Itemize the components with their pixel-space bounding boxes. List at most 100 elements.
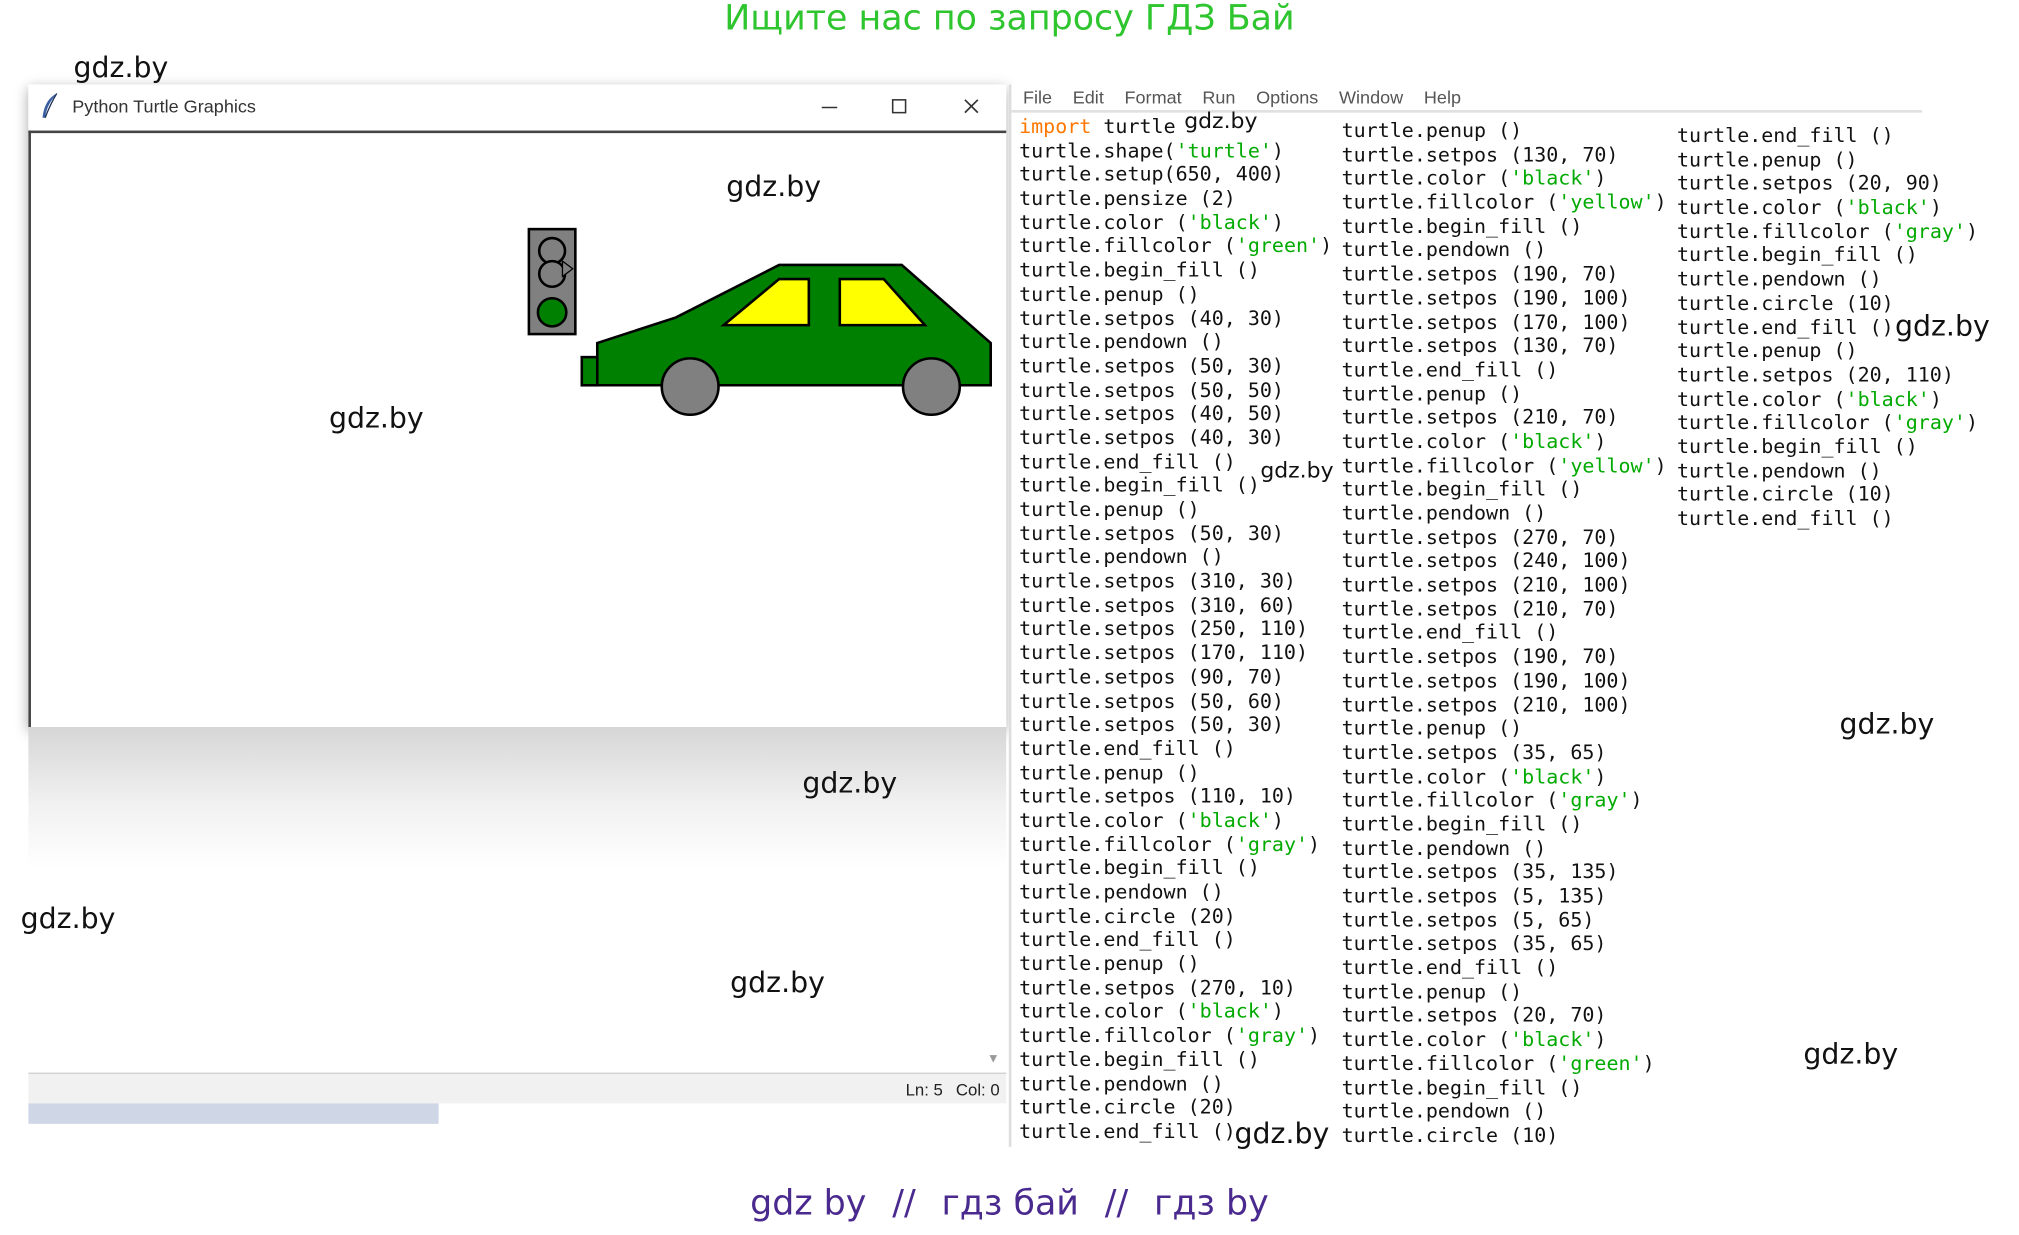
code-line[interactable]: turtle.fillcolor ('gray') <box>1677 220 1978 244</box>
code-line[interactable]: import turtle <box>1019 115 1332 139</box>
maximize-icon[interactable] <box>872 90 926 123</box>
code-line[interactable]: turtle.setpos (210, 70) <box>1342 597 1667 621</box>
code-line[interactable]: turtle.penup () <box>1342 717 1667 741</box>
code-line[interactable]: turtle.pendown () <box>1342 502 1667 526</box>
menu-run[interactable]: Run <box>1202 87 1235 107</box>
code-line[interactable]: turtle.setpos (5, 135) <box>1342 884 1667 908</box>
code-line[interactable]: turtle.setpos (270, 70) <box>1342 526 1667 550</box>
code-line[interactable]: turtle.setpos (210, 70) <box>1342 406 1667 430</box>
code-line[interactable]: turtle.fillcolor ('yellow') <box>1342 454 1667 478</box>
code-editor[interactable]: File Edit Format Run Options Window Help… <box>1008 84 1978 1148</box>
code-line[interactable]: turtle.color ('black') <box>1342 430 1667 454</box>
code-line[interactable]: turtle.setpos (190, 70) <box>1342 263 1667 287</box>
code-line[interactable]: turtle.end_fill () <box>1677 507 1978 531</box>
code-line[interactable]: turtle.setpos (170, 100) <box>1342 310 1667 334</box>
code-line[interactable]: turtle.setpos (35, 65) <box>1342 741 1667 765</box>
code-line[interactable]: turtle.setpos (20, 110) <box>1677 363 1978 387</box>
code-line[interactable]: turtle.color ('black') <box>1342 1028 1667 1052</box>
code-line[interactable]: turtle.circle (10) <box>1342 1124 1667 1148</box>
code-line[interactable]: turtle.begin_fill () <box>1342 215 1667 239</box>
code-line[interactable]: turtle.setpos (240, 100) <box>1342 550 1667 574</box>
code-line[interactable]: turtle.begin_fill () <box>1677 244 1978 268</box>
menu-edit[interactable]: Edit <box>1073 87 1104 107</box>
code-line[interactable]: turtle.setpos (170, 110) <box>1019 641 1332 665</box>
code-line[interactable]: turtle.setpos (40, 50) <box>1019 402 1332 426</box>
code-line[interactable]: turtle.fillcolor ('green') <box>1342 1052 1667 1076</box>
code-line[interactable]: turtle.penup () <box>1019 283 1332 307</box>
code-line[interactable]: turtle.fillcolor ('gray') <box>1677 411 1978 435</box>
code-line[interactable]: turtle.begin_fill () <box>1342 478 1667 502</box>
code-line[interactable]: turtle.end_fill () <box>1342 358 1667 382</box>
code-line[interactable]: turtle.pendown () <box>1677 268 1978 292</box>
code-line[interactable]: turtle.pensize (2) <box>1019 187 1332 211</box>
close-icon[interactable] <box>944 90 998 123</box>
code-line[interactable]: turtle.circle (20) <box>1019 905 1332 929</box>
code-line[interactable]: turtle.pendown () <box>1019 330 1332 354</box>
code-line[interactable]: turtle.setpos (310, 60) <box>1019 594 1332 618</box>
code-line[interactable]: turtle.circle (20) <box>1019 1096 1332 1120</box>
code-line[interactable]: turtle.setpos (210, 100) <box>1342 574 1667 598</box>
code-line[interactable]: turtle.setpos (5, 65) <box>1342 908 1667 932</box>
code-line[interactable]: turtle.penup () <box>1019 498 1332 522</box>
code-line[interactable]: turtle.color ('black') <box>1342 167 1667 191</box>
code-line[interactable]: turtle.color ('black') <box>1677 196 1978 220</box>
code-line[interactable]: turtle.setpos (130, 70) <box>1342 334 1667 358</box>
code-line[interactable]: turtle.pendown () <box>1342 837 1667 861</box>
code-line[interactable]: turtle.begin_fill () <box>1677 435 1978 459</box>
title-bar[interactable]: Python Turtle Graphics <box>28 84 1007 128</box>
code-line[interactable]: turtle.color ('black') <box>1342 765 1667 789</box>
code-line[interactable]: turtle.end_fill () <box>1342 621 1667 645</box>
code-line[interactable]: turtle.fillcolor ('gray') <box>1019 833 1332 857</box>
code-line[interactable]: turtle.setpos (130, 70) <box>1342 143 1667 167</box>
code-line[interactable]: turtle.setpos (50, 50) <box>1019 378 1332 402</box>
code-line[interactable]: turtle.setpos (40, 30) <box>1019 307 1332 331</box>
code-line[interactable]: turtle.setpos (310, 30) <box>1019 570 1332 594</box>
menu-window[interactable]: Window <box>1339 87 1403 107</box>
code-line[interactable]: turtle.setpos (270, 10) <box>1019 976 1332 1000</box>
code-line[interactable]: turtle.penup () <box>1342 382 1667 406</box>
menu-format[interactable]: Format <box>1124 87 1181 107</box>
code-line[interactable]: turtle.pendown () <box>1342 239 1667 263</box>
code-line[interactable]: turtle.fillcolor ('yellow') <box>1342 191 1667 215</box>
code-line[interactable]: turtle.color ('black') <box>1677 387 1978 411</box>
code-line[interactable]: turtle.penup () <box>1342 119 1667 143</box>
code-line[interactable]: turtle.color ('black') <box>1019 211 1332 235</box>
code-line[interactable]: turtle.setpos (250, 110) <box>1019 618 1332 642</box>
code-line[interactable]: turtle.setpos (50, 30) <box>1019 354 1332 378</box>
code-line[interactable]: turtle.setpos (35, 65) <box>1342 932 1667 956</box>
menu-help[interactable]: Help <box>1424 87 1461 107</box>
code-line[interactable]: turtle.pendown () <box>1677 459 1978 483</box>
code-column-1[interactable]: import turtle turtle.shape('turtle') turtl… <box>1019 115 1332 1144</box>
code-line[interactable]: turtle.end_fill () <box>1677 124 1978 148</box>
code-line[interactable]: turtle.setpos (210, 100) <box>1342 693 1667 717</box>
code-line[interactable]: turtle.begin_fill () <box>1342 1076 1667 1100</box>
code-line[interactable]: turtle.color ('black') <box>1019 1000 1332 1024</box>
code-line[interactable]: turtle.setpos (40, 30) <box>1019 426 1332 450</box>
code-line[interactable]: turtle.setpos (20, 70) <box>1342 1004 1667 1028</box>
code-line[interactable]: turtle.pendown () <box>1019 881 1332 905</box>
code-line[interactable]: turtle.penup () <box>1342 980 1667 1004</box>
code-line[interactable]: turtle.setpos (190, 100) <box>1342 669 1667 693</box>
code-line[interactable]: turtle.setpos (35, 135) <box>1342 861 1667 885</box>
code-line[interactable]: turtle.end_fill () <box>1019 928 1332 952</box>
code-line[interactable]: turtle.fillcolor ('green') <box>1019 235 1332 259</box>
code-line[interactable]: turtle.begin_fill () <box>1019 259 1332 283</box>
code-line[interactable]: turtle.begin_fill () <box>1019 857 1332 881</box>
code-line[interactable]: turtle.setpos (20, 90) <box>1677 172 1978 196</box>
code-line[interactable]: turtle.end_fill () <box>1342 956 1667 980</box>
menu-options[interactable]: Options <box>1256 87 1318 107</box>
code-line[interactable]: turtle.circle (10) <box>1677 483 1978 507</box>
code-line[interactable]: turtle.setpos (110, 10) <box>1019 785 1332 809</box>
code-line[interactable]: turtle.end_fill () <box>1019 737 1332 761</box>
code-line[interactable]: turtle.setpos (50, 30) <box>1019 713 1332 737</box>
code-line[interactable]: turtle.fillcolor ('gray') <box>1019 1024 1332 1048</box>
code-line[interactable]: turtle.begin_fill () <box>1342 813 1667 837</box>
code-line[interactable]: turtle.setpos (50, 60) <box>1019 689 1332 713</box>
code-line[interactable]: turtle.begin_fill () <box>1019 1048 1332 1072</box>
code-line[interactable]: turtle.pendown () <box>1019 546 1332 570</box>
minimize-icon[interactable] <box>802 90 856 123</box>
code-line[interactable]: turtle.setup(650, 400) <box>1019 163 1332 187</box>
code-line[interactable]: turtle.shape('turtle') <box>1019 139 1332 163</box>
code-line[interactable]: turtle.penup () <box>1019 952 1332 976</box>
code-line[interactable]: turtle.pendown () <box>1342 1100 1667 1124</box>
